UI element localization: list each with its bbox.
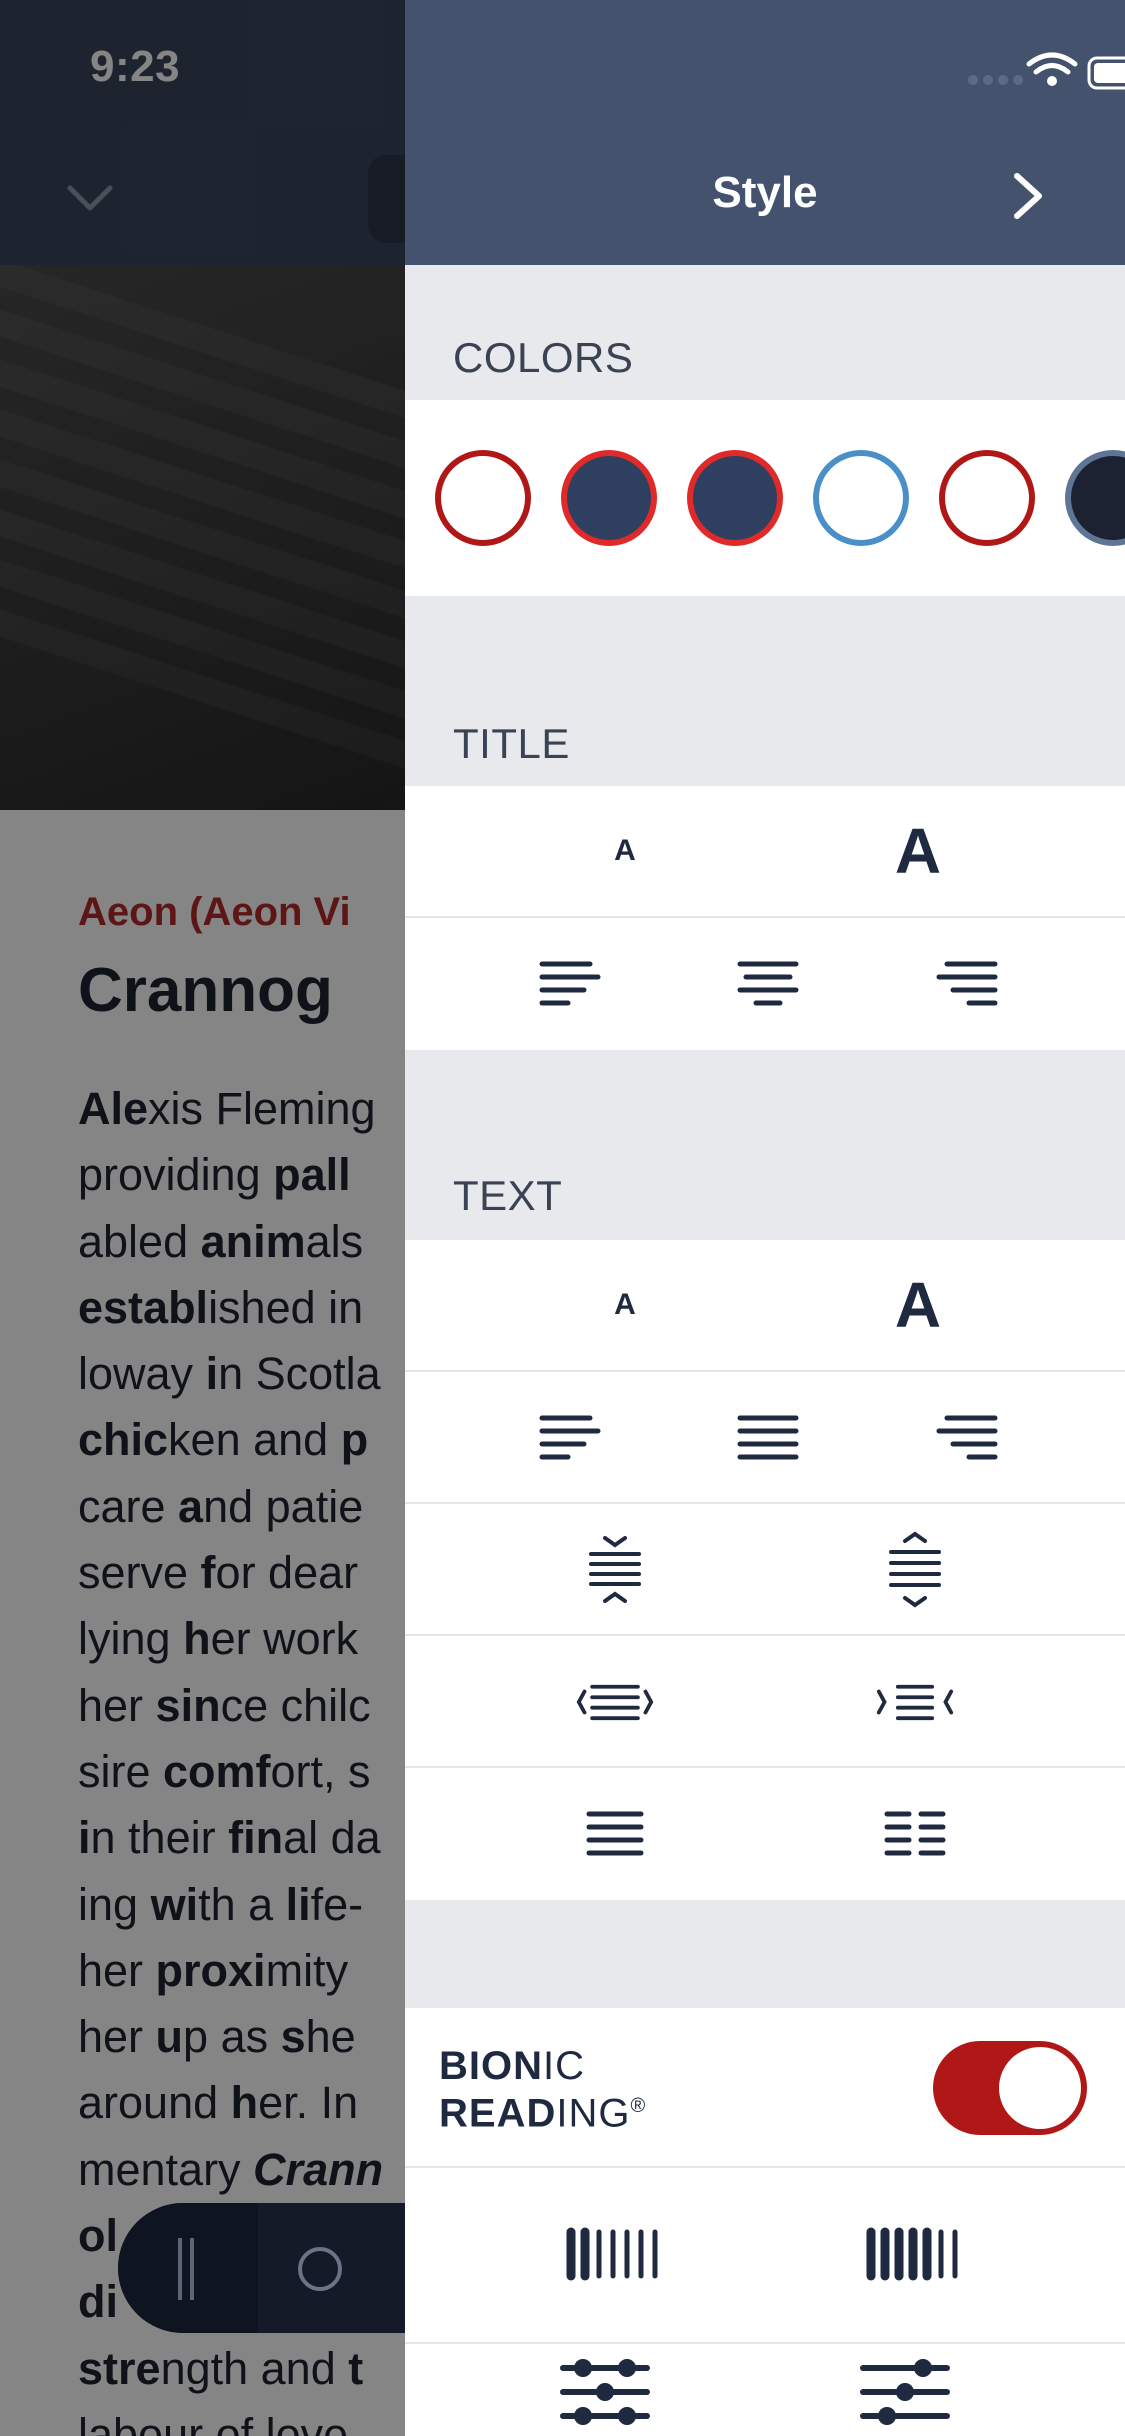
size-small-glyph: A	[614, 1288, 636, 1321]
margin-increase-button[interactable]	[875, 1662, 955, 1742]
margin-row	[405, 1636, 1125, 1768]
line-spacing-tight-icon	[589, 1536, 641, 1603]
margin-narrow-icon	[876, 1684, 954, 1721]
bionic-fixation-row	[405, 2168, 1125, 2344]
opacity-low-button[interactable]	[545, 2352, 665, 2432]
text-size-row: A A	[405, 1240, 1125, 1372]
sliders-low-icon	[560, 2359, 650, 2425]
battery-icon	[1087, 56, 1125, 90]
color-swatch[interactable]	[687, 450, 783, 546]
single-column-icon	[586, 1811, 644, 1856]
single-column-button[interactable]	[575, 1794, 655, 1874]
two-column-button[interactable]	[875, 1794, 955, 1874]
fixation-low-icon	[566, 2227, 658, 2281]
colors-row	[405, 400, 1125, 596]
text-section-label: TEXT	[453, 1172, 563, 1219]
text-align-left-button[interactable]	[530, 1398, 610, 1478]
title-section-label: TITLE	[453, 720, 570, 767]
title-align-left-button[interactable]	[530, 944, 610, 1024]
margin-decrease-button[interactable]	[575, 1662, 655, 1742]
margin-wide-icon	[576, 1684, 654, 1721]
title-align-right-button[interactable]	[927, 944, 1007, 1024]
fixation-high-icon	[866, 2227, 958, 2281]
color-swatch[interactable]	[435, 450, 531, 546]
text-size-decrease-button[interactable]: A	[580, 1260, 670, 1350]
title-align-row	[405, 918, 1125, 1050]
align-right-icon	[936, 961, 998, 1006]
color-swatch[interactable]	[813, 450, 909, 546]
size-small-glyph: A	[614, 834, 636, 867]
line-spacing-decrease-button[interactable]	[575, 1530, 655, 1610]
color-swatch[interactable]	[1065, 450, 1125, 546]
line-spacing-loose-icon	[889, 1531, 941, 1608]
bionic-reading-row: BIONIC READING®	[405, 2008, 1125, 2168]
colors-section-label: COLORS	[453, 334, 634, 381]
title-size-row: A A	[405, 786, 1125, 918]
cellular-signal-icon	[968, 75, 1023, 85]
fixation-high-button[interactable]	[855, 2214, 975, 2294]
columns-row	[405, 1768, 1125, 1900]
text-align-row	[405, 1372, 1125, 1504]
two-column-icon	[884, 1811, 946, 1856]
size-large-glyph: A	[894, 815, 942, 887]
title-size-increase-button[interactable]: A	[873, 806, 963, 896]
align-justify-icon	[737, 1415, 799, 1460]
player-circle-icon[interactable]	[298, 2247, 342, 2291]
chevron-right-icon[interactable]	[1003, 168, 1053, 224]
status-icons	[968, 52, 1125, 90]
text-align-right-button[interactable]	[927, 1398, 1007, 1478]
player-grip-icon[interactable]	[118, 2203, 258, 2333]
text-size-increase-button[interactable]: A	[873, 1260, 963, 1350]
color-swatch[interactable]	[939, 450, 1035, 546]
line-spacing-row	[405, 1504, 1125, 1636]
wifi-icon	[1026, 52, 1078, 75]
sliders-high-icon	[860, 2359, 950, 2425]
text-align-justify-button[interactable]	[728, 1398, 808, 1478]
align-left-icon	[539, 1415, 601, 1460]
size-large-glyph: A	[894, 1269, 942, 1341]
style-panel: Style COLORS TITLE A A TEXT A A BIONIC R…	[405, 0, 1125, 2436]
align-left-icon	[539, 961, 601, 1006]
toggle-knob	[999, 2047, 1081, 2129]
opacity-high-button[interactable]	[845, 2352, 965, 2432]
title-align-center-button[interactable]	[728, 944, 808, 1024]
align-right-icon	[936, 1415, 998, 1460]
align-center-icon	[737, 961, 799, 1006]
color-swatch[interactable]	[561, 450, 657, 546]
line-spacing-increase-button[interactable]	[875, 1530, 955, 1610]
title-size-decrease-button[interactable]: A	[580, 806, 670, 896]
bionic-opacity-row	[405, 2344, 1125, 2436]
panel-header: Style	[405, 0, 1125, 265]
screen: 9:23 Aeon (Aeon Vi Crannog Alexis Flemin…	[0, 0, 1125, 2436]
bionic-reading-logo: BIONIC READING®	[439, 2044, 647, 2136]
bionic-reading-toggle[interactable]	[933, 2041, 1087, 2135]
fixation-low-button[interactable]	[555, 2214, 675, 2294]
